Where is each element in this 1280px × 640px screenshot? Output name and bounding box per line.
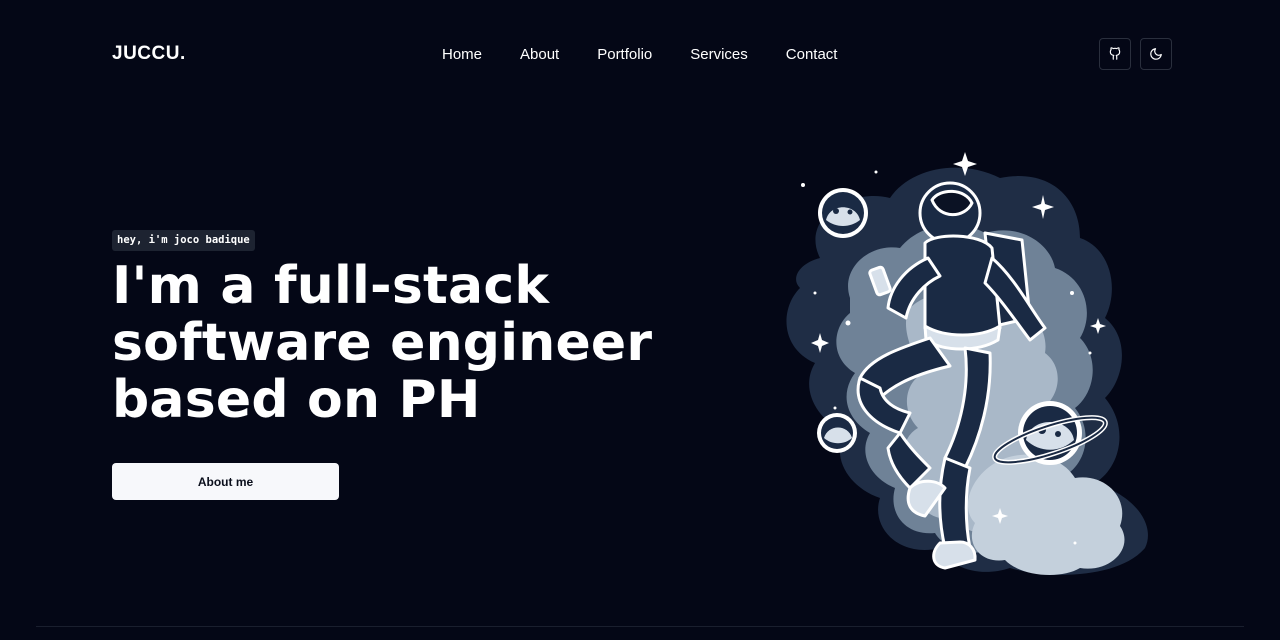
astronaut-illustration: [786, 152, 1148, 575]
nav-about[interactable]: About: [520, 45, 559, 65]
nav-home[interactable]: Home: [442, 45, 482, 65]
hero-headline: I'm a full-stack software engineer based…: [112, 258, 712, 429]
github-icon: [1109, 47, 1121, 60]
headline-line-3: based on PH: [112, 370, 481, 430]
moon-icon: [1150, 48, 1162, 60]
headline-line-1: I'm a full-stack: [112, 256, 550, 316]
moon-planet-top: [818, 188, 868, 238]
theme-toggle-button[interactable]: [1140, 38, 1172, 70]
intro-tag: hey, i'm joco badique: [112, 230, 255, 251]
page: JUCCU. Home About Portfolio Services Con…: [0, 0, 1280, 640]
github-button[interactable]: [1099, 38, 1131, 70]
nav-portfolio[interactable]: Portfolio: [597, 45, 652, 65]
nav-contact[interactable]: Contact: [786, 45, 838, 65]
nav-services[interactable]: Services: [690, 45, 748, 65]
section-divider: [36, 626, 1244, 627]
about-me-button[interactable]: About me: [112, 463, 339, 500]
main-nav: Home About Portfolio Services Contact: [442, 45, 875, 65]
headline-line-2: software engineer: [112, 313, 653, 373]
moon-planet-bottom: [817, 413, 857, 453]
logo[interactable]: JUCCU.: [112, 43, 186, 65]
